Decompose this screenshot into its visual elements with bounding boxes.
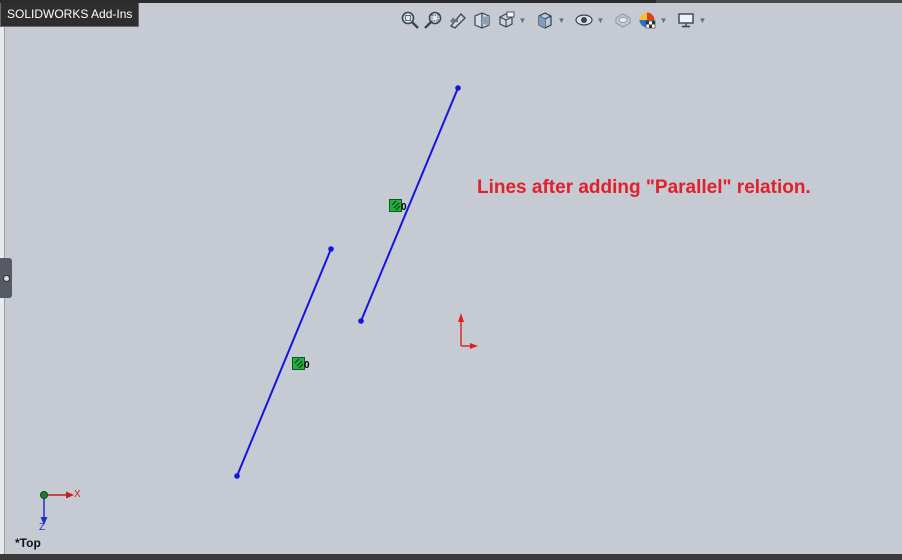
sketch-line-2-start-point[interactable] xyxy=(358,318,364,324)
view-orientation-label: *Top xyxy=(15,536,41,550)
sketch-line-1-start-point[interactable] xyxy=(234,473,240,479)
annotation-text: Lines after adding "Parallel" relation. xyxy=(477,177,811,198)
triad-z-label: Z xyxy=(39,522,46,533)
triad-x-label: X xyxy=(74,489,81,500)
graphics-area[interactable] xyxy=(0,0,902,560)
reference-triad-icon[interactable] xyxy=(40,490,74,525)
relation-count: 0 xyxy=(401,202,407,213)
sketch-origin-icon xyxy=(458,313,478,349)
sketch-line-1-end-point[interactable] xyxy=(328,246,334,252)
sketch-line-2[interactable] xyxy=(360,87,459,322)
sketch-line-1[interactable] xyxy=(236,248,332,477)
sketch-line-2-end-point[interactable] xyxy=(455,85,461,91)
relation-count: 0 xyxy=(304,360,310,371)
